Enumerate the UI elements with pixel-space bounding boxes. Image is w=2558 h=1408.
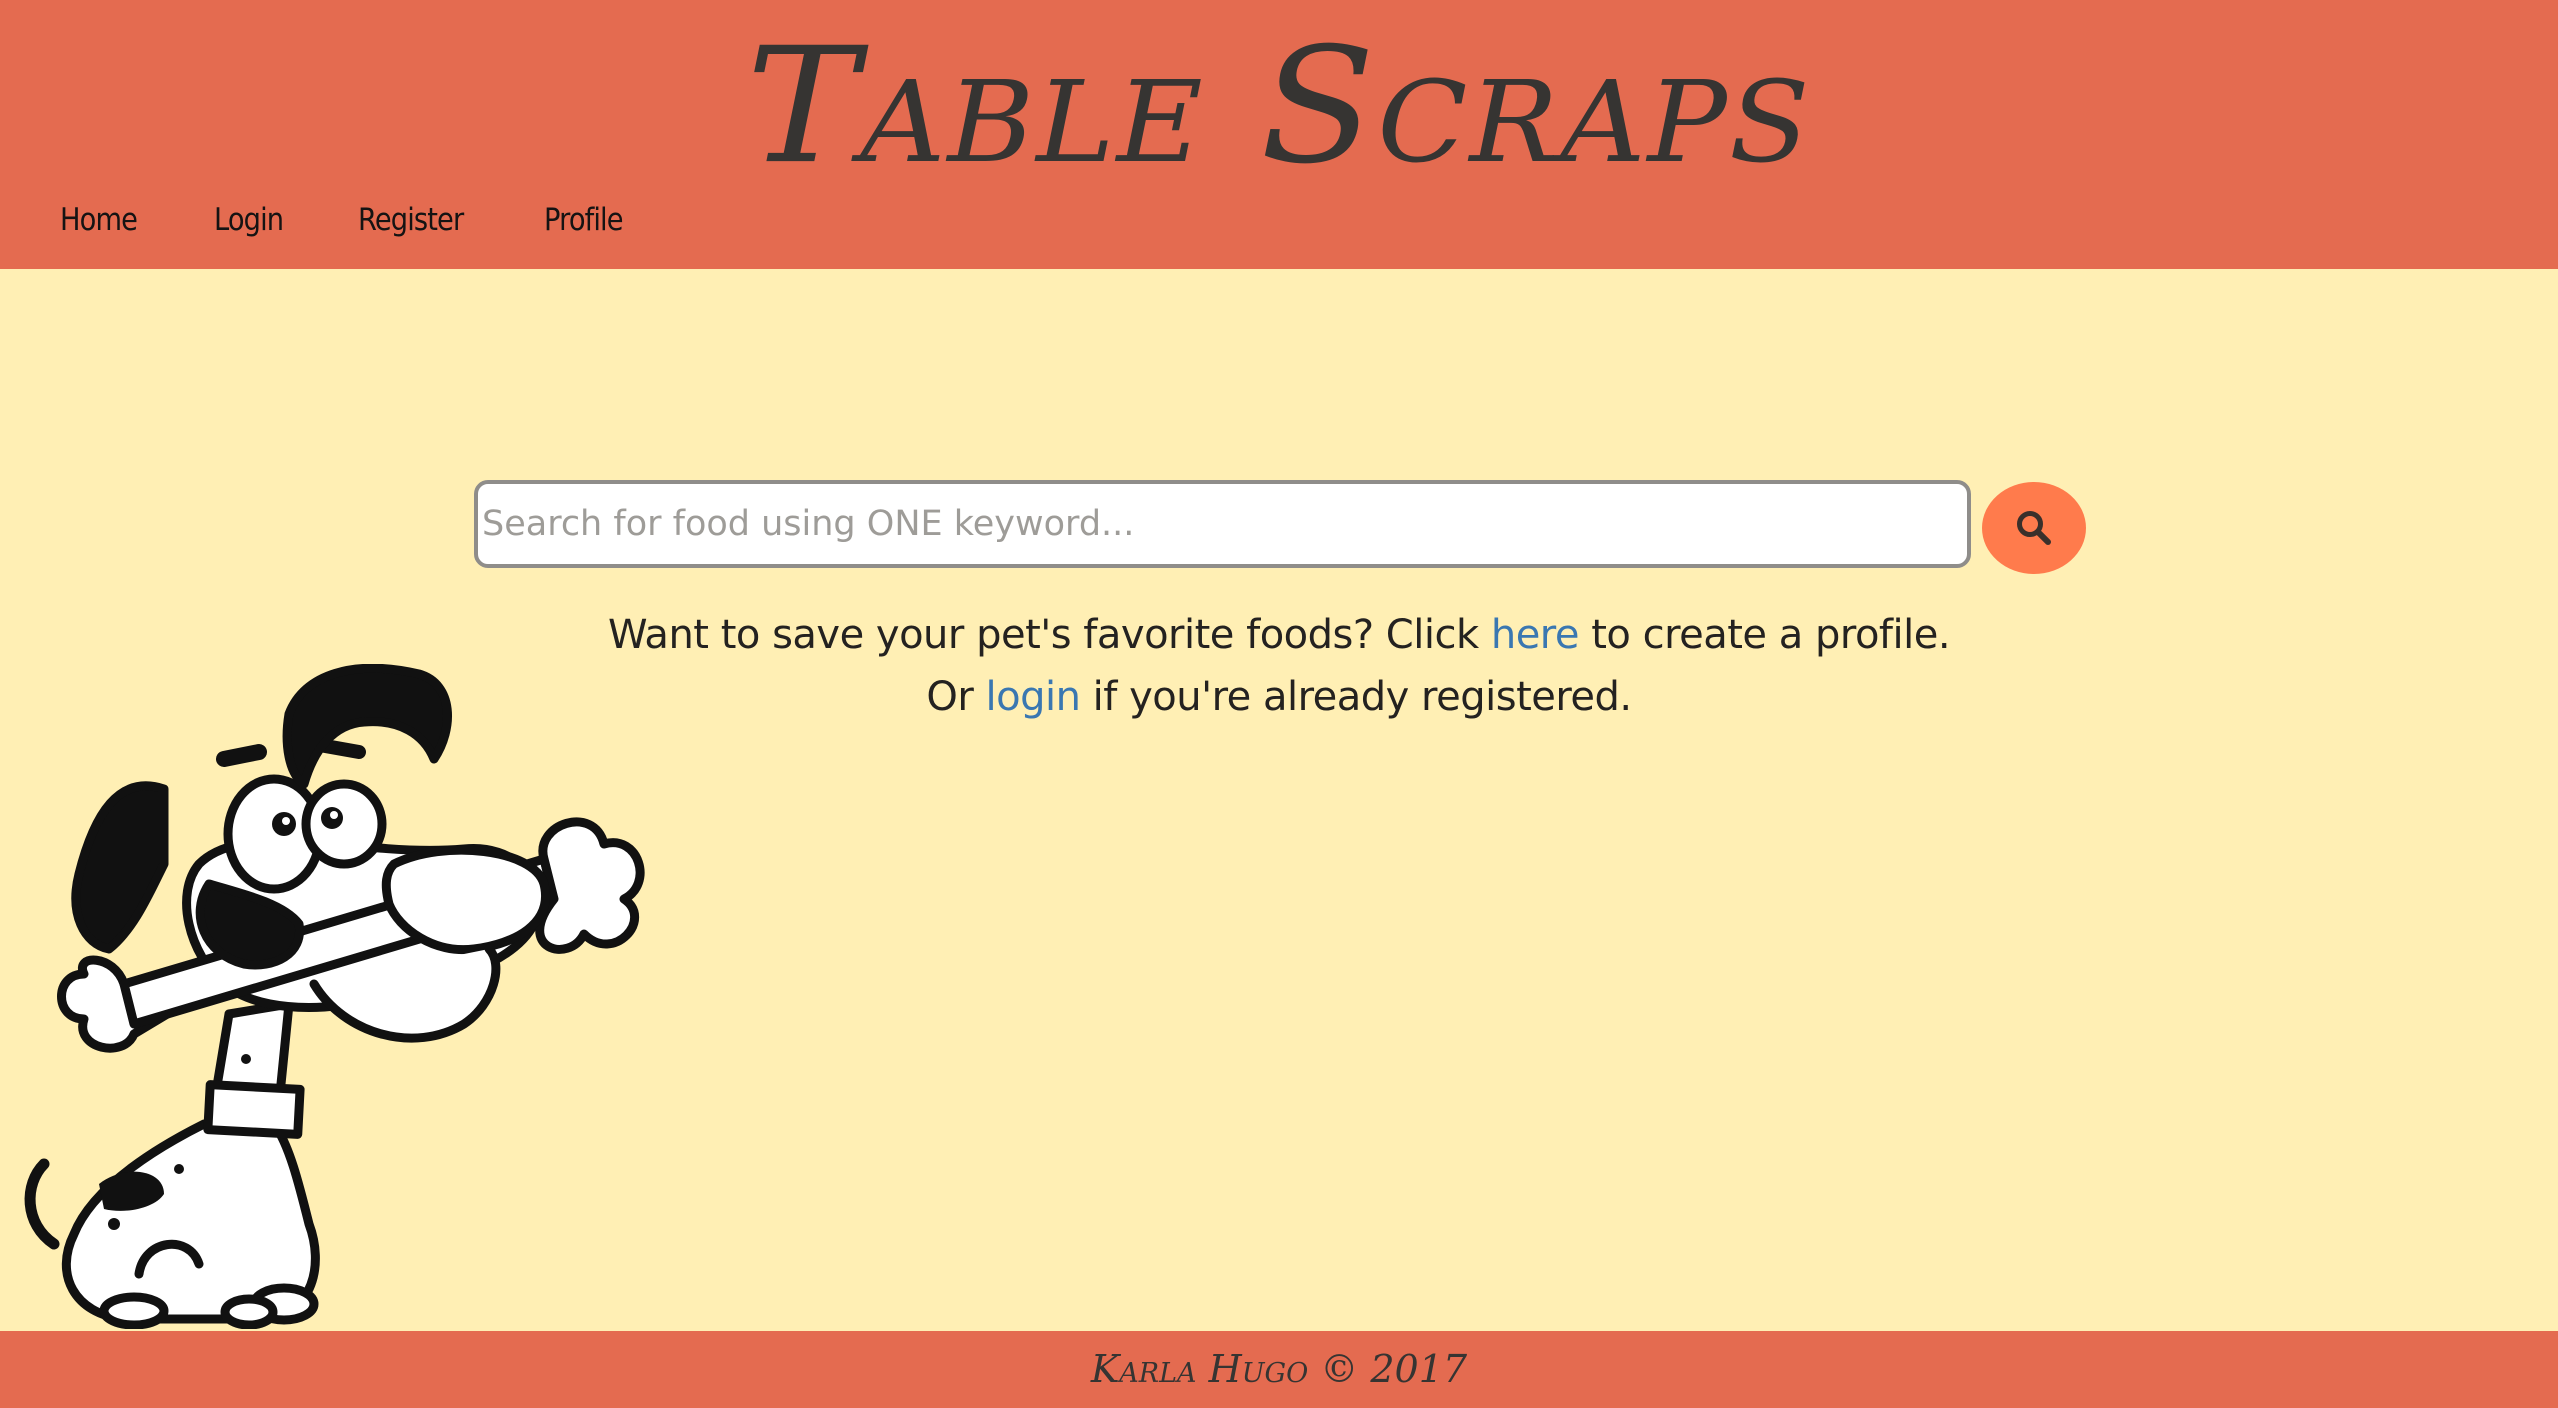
create-profile-link[interactable]: here: [1491, 612, 1580, 658]
profile-prompt-line: Want to save your pet's favorite foods? …: [0, 612, 2558, 658]
nav-register-link[interactable]: Register: [358, 202, 464, 238]
search-input[interactable]: [478, 484, 1967, 564]
login-link[interactable]: login: [986, 674, 1081, 720]
login-prompt-text: Or: [926, 674, 986, 720]
main-nav: Home Login Register Profile: [60, 202, 699, 238]
nav-home-link[interactable]: Home: [60, 202, 138, 238]
nav-profile-link[interactable]: Profile: [544, 202, 624, 238]
search-icon: [2017, 511, 2051, 545]
profile-prompt-text-end: to create a profile.: [1578, 612, 1951, 658]
profile-prompt-text: Want to save your pet's favorite foods? …: [607, 612, 1491, 658]
search-button[interactable]: [1982, 482, 2086, 574]
site-footer: Karla Hugo © 2017: [0, 1331, 2558, 1408]
login-prompt-text-end: if you're already registered.: [1080, 674, 1633, 720]
footer-copyright: Karla Hugo © 2017: [1090, 1347, 1468, 1391]
nav-login-link[interactable]: Login: [214, 202, 284, 238]
site-header: Table Scraps Home Login Register Profile: [0, 0, 2558, 269]
site-title: Table Scraps: [746, 12, 1812, 200]
search-field-wrapper: [474, 480, 1971, 568]
cartoon-dog-illustration: [24, 664, 645, 1329]
